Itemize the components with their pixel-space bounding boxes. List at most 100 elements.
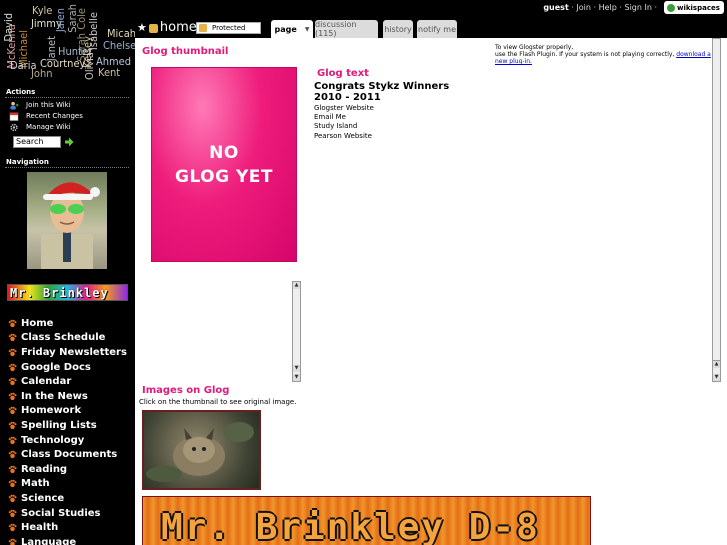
divider bbox=[5, 167, 129, 168]
paw-icon bbox=[8, 348, 17, 357]
paw-icon bbox=[8, 465, 17, 473]
no-glog-line1: NO bbox=[209, 142, 239, 163]
mr-brinkley-d8-banner: Mr. Brinkley D-8 bbox=[142, 496, 591, 545]
paw-icon bbox=[8, 538, 17, 545]
paw-icon bbox=[8, 523, 17, 532]
actions-heading: Actions bbox=[6, 88, 36, 96]
navigation-heading: Navigation bbox=[6, 158, 49, 166]
lock-icon bbox=[199, 24, 207, 32]
congrats-text: Congrats Stykz Winners 2010 - 2011 bbox=[314, 81, 449, 103]
nav-item-label: Homework bbox=[21, 405, 82, 417]
page-title: ★ home bbox=[137, 20, 197, 35]
top-bar: guest · Join · Help · Sign In · wikispac… bbox=[135, 0, 727, 38]
nav-item-social-studies[interactable]: Social Studies bbox=[8, 506, 134, 521]
user-add-icon bbox=[10, 101, 19, 110]
paw-icon bbox=[8, 421, 17, 430]
action-recent-changes[interactable]: Recent Changes bbox=[9, 111, 83, 121]
main-scrollbar[interactable]: ▲ ▼ bbox=[712, 38, 721, 382]
nav-item-class-schedule[interactable]: Class Schedule bbox=[8, 331, 134, 346]
page-title-text: home bbox=[159, 20, 197, 35]
nav-item-label: Health bbox=[21, 522, 59, 534]
nav-item-google-docs[interactable]: Google Docs bbox=[8, 360, 134, 375]
pearson-website-link[interactable]: Pearson Website bbox=[314, 132, 374, 141]
nav-item-label: Technology bbox=[21, 434, 85, 446]
tag-micah[interactable]: Micah bbox=[107, 28, 135, 39]
join-link[interactable]: Join bbox=[576, 3, 591, 12]
action-label: Recent Changes bbox=[26, 112, 83, 120]
chevron-down-icon[interactable]: ▼ bbox=[305, 26, 310, 33]
nav-item-class-documents[interactable]: Class Documents bbox=[8, 447, 134, 462]
tag-kyle[interactable]: Kyle bbox=[32, 5, 52, 16]
nav-item-calendar[interactable]: Calendar bbox=[8, 374, 134, 389]
scroll-down-arrow-icon[interactable]: ▼ bbox=[293, 374, 300, 381]
tab-notify-label: notify me bbox=[418, 24, 456, 34]
tab-notify-me[interactable]: notify me bbox=[417, 20, 457, 38]
nav-item-in-the-news[interactable]: In the News bbox=[8, 389, 134, 404]
sign-in-link[interactable]: Sign In bbox=[624, 3, 651, 12]
brand-label: wikispaces bbox=[677, 3, 720, 12]
tag-chelsea[interactable]: Chelsea bbox=[103, 40, 135, 51]
nav-item-home[interactable]: Home bbox=[8, 316, 134, 331]
email-me-link[interactable]: Email Me bbox=[314, 113, 374, 122]
nav-item-label: Class Schedule bbox=[21, 332, 106, 344]
search-go-arrow-icon[interactable] bbox=[64, 137, 74, 147]
scroll-up-arrow-icon[interactable]: ▲ bbox=[293, 282, 300, 289]
sidebar: David Kyle Jimmy Jalen Sarah Sarah Cole … bbox=[0, 0, 135, 545]
study-island-link[interactable]: Study Island bbox=[314, 122, 374, 131]
images-instruction: Click on the thumbnail to see original i… bbox=[139, 398, 297, 406]
nav-item-reading[interactable]: Reading bbox=[8, 462, 134, 477]
protected-badge: Protected bbox=[196, 22, 261, 34]
nav-item-language[interactable]: Language bbox=[8, 535, 134, 545]
nav-item-friday-newsletters[interactable]: Friday Newsletters bbox=[8, 345, 134, 360]
wikispaces-logo-icon bbox=[667, 3, 675, 12]
paw-icon bbox=[8, 480, 17, 488]
nav-item-label: Friday Newsletters bbox=[21, 346, 127, 358]
action-label: Manage Wiki bbox=[26, 123, 71, 131]
flash-note-line2: use the Flash Plugin. If your system is … bbox=[495, 51, 675, 58]
username: guest bbox=[543, 3, 569, 12]
action-manage-wiki[interactable]: Manage Wiki bbox=[9, 122, 71, 132]
tab-discussion[interactable]: discussion (115) bbox=[315, 20, 378, 38]
tab-page[interactable]: page ▼ bbox=[271, 20, 313, 38]
mr-brinkley-banner: Mr. Brinkley bbox=[7, 284, 128, 301]
paw-icon bbox=[8, 334, 17, 342]
nav-item-homework[interactable]: Homework bbox=[8, 404, 134, 419]
scroll-down-arrow-icon[interactable]: ▼ bbox=[713, 374, 720, 381]
teacher-photo bbox=[27, 172, 107, 269]
gear-icon bbox=[10, 123, 18, 131]
calendar-icon bbox=[9, 112, 19, 121]
tab-history-label: history bbox=[384, 24, 412, 34]
nav-item-label: Social Studies bbox=[21, 507, 101, 519]
action-label: Join this Wiki bbox=[26, 101, 71, 109]
main-scrollbar-lower[interactable]: ▲ ▼ bbox=[712, 360, 721, 382]
paw-icon bbox=[8, 436, 17, 444]
tag-olivia[interactable]: Olivia bbox=[83, 52, 96, 80]
paw-icon bbox=[8, 494, 17, 503]
star-icon[interactable]: ★ bbox=[137, 21, 147, 34]
divider bbox=[5, 97, 129, 98]
wikispaces-logo[interactable]: wikispaces bbox=[664, 1, 724, 14]
nav-item-health[interactable]: Health bbox=[8, 520, 134, 535]
tag-kent[interactable]: Kent bbox=[98, 67, 120, 78]
glog-text-scrollbar[interactable]: ▲ ▼ ▼ bbox=[292, 281, 301, 382]
tab-page-label: page bbox=[274, 24, 297, 34]
scroll-up-arrow-icon[interactable]: ▲ bbox=[713, 361, 720, 368]
nav-item-spelling-lists[interactable]: Spelling Lists bbox=[8, 418, 134, 433]
glog-thumbnail-placeholder[interactable]: NO GLOG YET bbox=[151, 67, 297, 262]
search-input[interactable]: Search bbox=[13, 136, 61, 148]
navigation-list: Home Class Schedule Friday Newsletters G… bbox=[8, 316, 134, 545]
glogster-website-link[interactable]: Glogster Website bbox=[314, 104, 374, 113]
tag-jalen[interactable]: Jalen bbox=[54, 8, 67, 32]
help-link[interactable]: Help bbox=[599, 3, 617, 12]
nav-item-math[interactable]: Math bbox=[8, 477, 134, 492]
nav-item-technology[interactable]: Technology bbox=[8, 433, 134, 448]
nav-item-science[interactable]: Science bbox=[8, 491, 134, 506]
tag-courtney[interactable]: Courtney bbox=[40, 58, 85, 69]
tab-history[interactable]: history bbox=[383, 20, 413, 38]
action-join-wiki[interactable]: Join this Wiki bbox=[9, 100, 71, 110]
paw-icon bbox=[8, 363, 17, 371]
scroll-down-arrow-icon[interactable]: ▼ bbox=[293, 365, 300, 372]
flash-plugin-note: To view Glogster properly, use the Flash… bbox=[495, 44, 723, 65]
paw-icon bbox=[8, 509, 17, 517]
lynx-image-thumbnail[interactable] bbox=[142, 410, 261, 490]
